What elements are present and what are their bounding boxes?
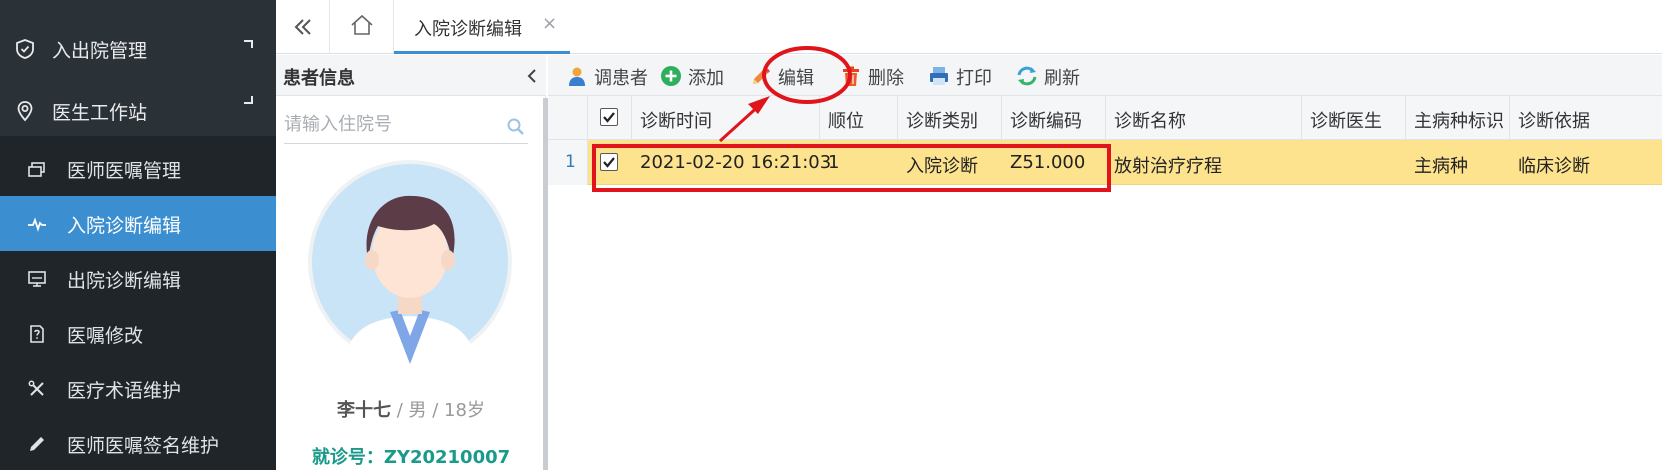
sidebar-item-label: 医嘱修改 — [67, 325, 144, 347]
cell-diagnosis-doctor — [1302, 140, 1406, 185]
sidebar-item-label: 入院诊断编辑 — [67, 215, 182, 237]
location-pin-icon — [17, 101, 33, 122]
pen-icon — [30, 437, 44, 451]
column-header[interactable]: 诊断依据 — [1510, 96, 1662, 140]
table-row[interactable]: 1 2021-02-20 16:21:03 1 入院诊断 Z51.000 放射治… — [548, 140, 1662, 185]
trash-icon — [843, 66, 859, 86]
cards-icon — [28, 162, 45, 177]
toolbar-button-label: 编辑 — [778, 68, 814, 89]
sidebar-group-doctor-station[interactable]: 医生工作站 — [0, 82, 276, 138]
question-doc-icon — [30, 325, 44, 343]
toolbar: 调患者 添加 编辑 删除 打印 刷新 — [548, 55, 1662, 96]
toolbar-button-label: 打印 — [956, 68, 992, 89]
sidebar-item-discharge-diagnosis[interactable]: 出院诊断编辑 — [0, 251, 276, 306]
sidebar-item-order-management[interactable]: 医师医嘱管理 — [0, 141, 276, 196]
inpatient-number-input[interactable] — [284, 107, 494, 141]
cell-diagnosis-type: 入院诊断 — [906, 156, 978, 177]
cell-diagnosis-name: 放射治疗疗程 — [1114, 156, 1222, 177]
sidebar-group-label: 入出院管理 — [52, 40, 148, 62]
patient-panel-title: 患者信息 — [283, 68, 355, 89]
column-header[interactable]: 诊断名称 — [1106, 96, 1302, 140]
patient-panel-header: 患者信息 — [276, 55, 546, 96]
visit-number: 就诊号：ZY20210007 — [276, 443, 546, 469]
cell-main-disease-flag: 主病种 — [1414, 156, 1468, 177]
sidebar-item-order-modify[interactable]: 医嘱修改 — [0, 306, 276, 361]
printer-icon — [930, 67, 948, 85]
toolbar-button-label: 调患者 — [594, 68, 648, 89]
user-icon — [569, 67, 585, 86]
sidebar-item-terminology[interactable]: 医疗术语维护 — [0, 361, 276, 416]
diagnosis-grid: 诊断时间 顺位 诊断类别 诊断编码 诊断名称 诊断医生 主病种标识 诊断依据 1… — [548, 96, 1662, 470]
refresh-icon — [1017, 66, 1037, 86]
row-checkbox[interactable] — [600, 153, 618, 171]
column-header[interactable]: 顺位 — [820, 96, 898, 140]
cell-diagnosis-basis: 临床诊断 — [1518, 156, 1590, 177]
load-patient-button[interactable]: 调患者 — [566, 63, 648, 89]
sidebar-item-signature[interactable]: 医师医嘱签名维护 — [0, 416, 276, 470]
patient-panel: 患者信息 李十七 / 男 / 18岁 就诊号：ZY20210007 — [276, 55, 548, 470]
visit-number-value: ZY20210007 — [383, 447, 511, 468]
tab-close-icon[interactable]: × — [542, 13, 557, 34]
visit-number-label: 就诊号： — [311, 447, 384, 468]
select-all-header — [588, 96, 632, 140]
cell-diagnosis-code: Z51.000 — [1010, 152, 1086, 173]
column-header[interactable]: 主病种标识 — [1406, 96, 1510, 140]
sidebar-item-label: 医师医嘱签名维护 — [67, 435, 220, 457]
chevron-left-icon[interactable] — [525, 67, 539, 85]
tab-admission-diagnosis[interactable]: 入院诊断编辑 × — [394, 0, 570, 54]
toolbar-button-label: 添加 — [688, 68, 724, 89]
sidebar-item-label: 出院诊断编辑 — [67, 270, 182, 292]
sidebar-item-label: 医师医嘱管理 — [67, 160, 182, 182]
edit-button[interactable]: 编辑 — [750, 63, 816, 89]
patient-gender: / 男 — [391, 400, 427, 421]
patient-summary: 李十七 / 男 / 18岁 — [276, 396, 546, 422]
grid-header: 诊断时间 顺位 诊断类别 诊断编码 诊断名称 诊断医生 主病种标识 诊断依据 — [548, 96, 1662, 140]
home-tab[interactable] — [330, 0, 394, 54]
row-number-header — [548, 96, 588, 140]
shield-icon — [16, 39, 34, 59]
expand-corner-icon — [244, 40, 253, 48]
select-all-checkbox[interactable] — [600, 108, 618, 126]
search-icon[interactable] — [506, 117, 526, 137]
collapse-corner-icon — [244, 96, 253, 104]
pencil-icon — [753, 67, 770, 84]
add-button[interactable]: 添加 — [660, 63, 726, 89]
column-header[interactable]: 诊断医生 — [1302, 96, 1406, 140]
double-chevron-left-icon — [294, 19, 311, 35]
sidebar-submenu: 医师医嘱管理 入院诊断编辑 出院诊断编辑 医嘱修改 医疗术语维护 医师医嘱签名维… — [0, 136, 276, 470]
heartbeat-icon — [28, 217, 46, 232]
sidebar-group-admission[interactable]: 入出院管理 — [0, 20, 276, 76]
cell-diagnosis-time: 2021-02-20 16:21:03 — [640, 152, 832, 173]
row-number: 1 — [548, 140, 588, 185]
sidebar-item-label: 医疗术语维护 — [67, 380, 182, 402]
tools-icon — [28, 380, 44, 396]
column-header[interactable]: 诊断时间 — [632, 96, 820, 140]
column-header[interactable]: 诊断编码 — [1002, 96, 1106, 140]
print-button[interactable]: 打印 — [928, 63, 994, 89]
cell-order: 1 — [828, 152, 840, 173]
patient-avatar — [308, 160, 512, 364]
tab-bar: 入院诊断编辑 × — [276, 0, 1662, 54]
patient-age: / 18岁 — [426, 400, 485, 421]
column-header[interactable]: 诊断类别 — [898, 96, 1002, 140]
home-icon — [351, 14, 373, 35]
add-icon — [661, 66, 681, 86]
sidebar-group-label: 医生工作站 — [52, 102, 148, 124]
inpatient-search — [284, 107, 528, 144]
patient-name: 李十七 — [337, 400, 392, 421]
sidebar: 入出院管理 医生工作站 医师医嘱管理 入院诊断编辑 出院诊断编辑 医嘱修改 医疗… — [0, 0, 276, 470]
tab-label: 入院诊断编辑 — [414, 19, 522, 40]
monitor-icon — [28, 271, 46, 287]
toolbar-button-label: 刷新 — [1044, 68, 1080, 89]
collapse-sidebar-button[interactable] — [276, 0, 330, 54]
sidebar-item-admission-diagnosis[interactable]: 入院诊断编辑 — [0, 196, 276, 251]
refresh-button[interactable]: 刷新 — [1016, 63, 1082, 89]
toolbar-button-label: 删除 — [868, 68, 904, 89]
delete-button[interactable]: 删除 — [840, 63, 906, 89]
